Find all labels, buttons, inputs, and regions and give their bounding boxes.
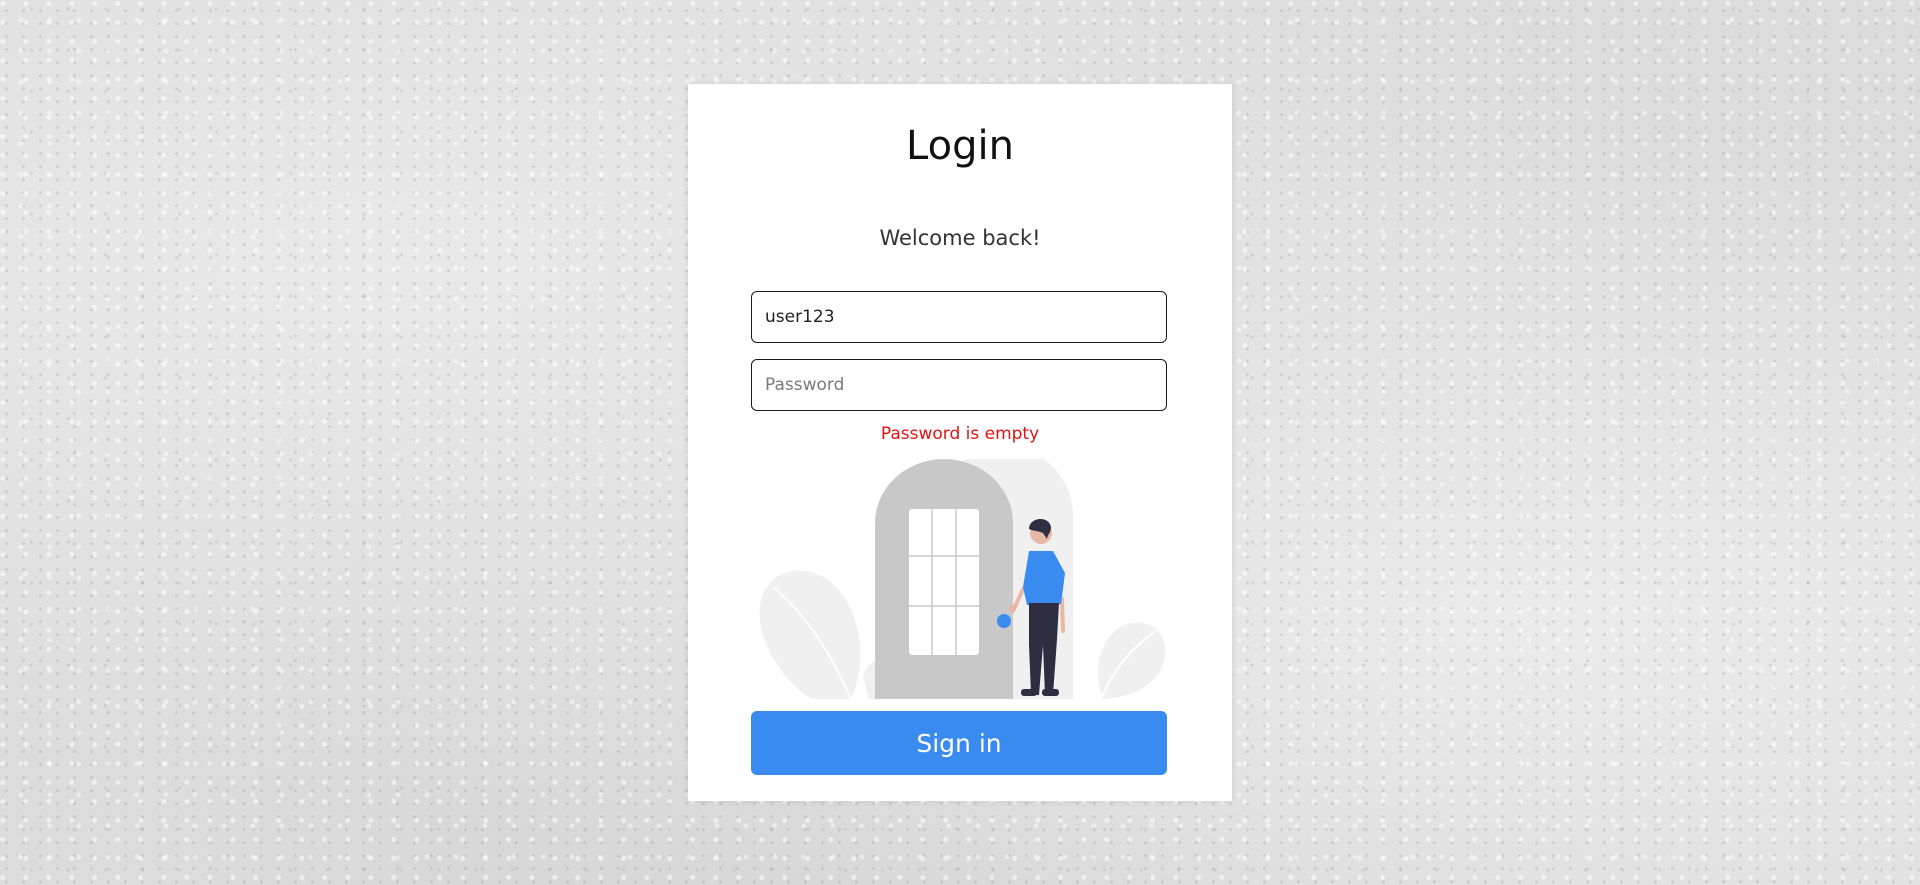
sign-in-button[interactable]: Sign in (751, 711, 1167, 775)
right-plant-shape (1098, 622, 1166, 699)
welcome-message: Welcome back! (879, 226, 1041, 250)
doorknob-shape (997, 614, 1011, 628)
password-error-message: Password is empty (880, 424, 1040, 444)
username-input[interactable] (751, 291, 1167, 343)
door-illustration (759, 459, 1166, 699)
password-input[interactable] (751, 359, 1167, 411)
page-title: Login (906, 123, 1014, 169)
login-card: Login Welcome back! Password is empty (688, 84, 1232, 801)
door-window-shape (909, 509, 979, 655)
